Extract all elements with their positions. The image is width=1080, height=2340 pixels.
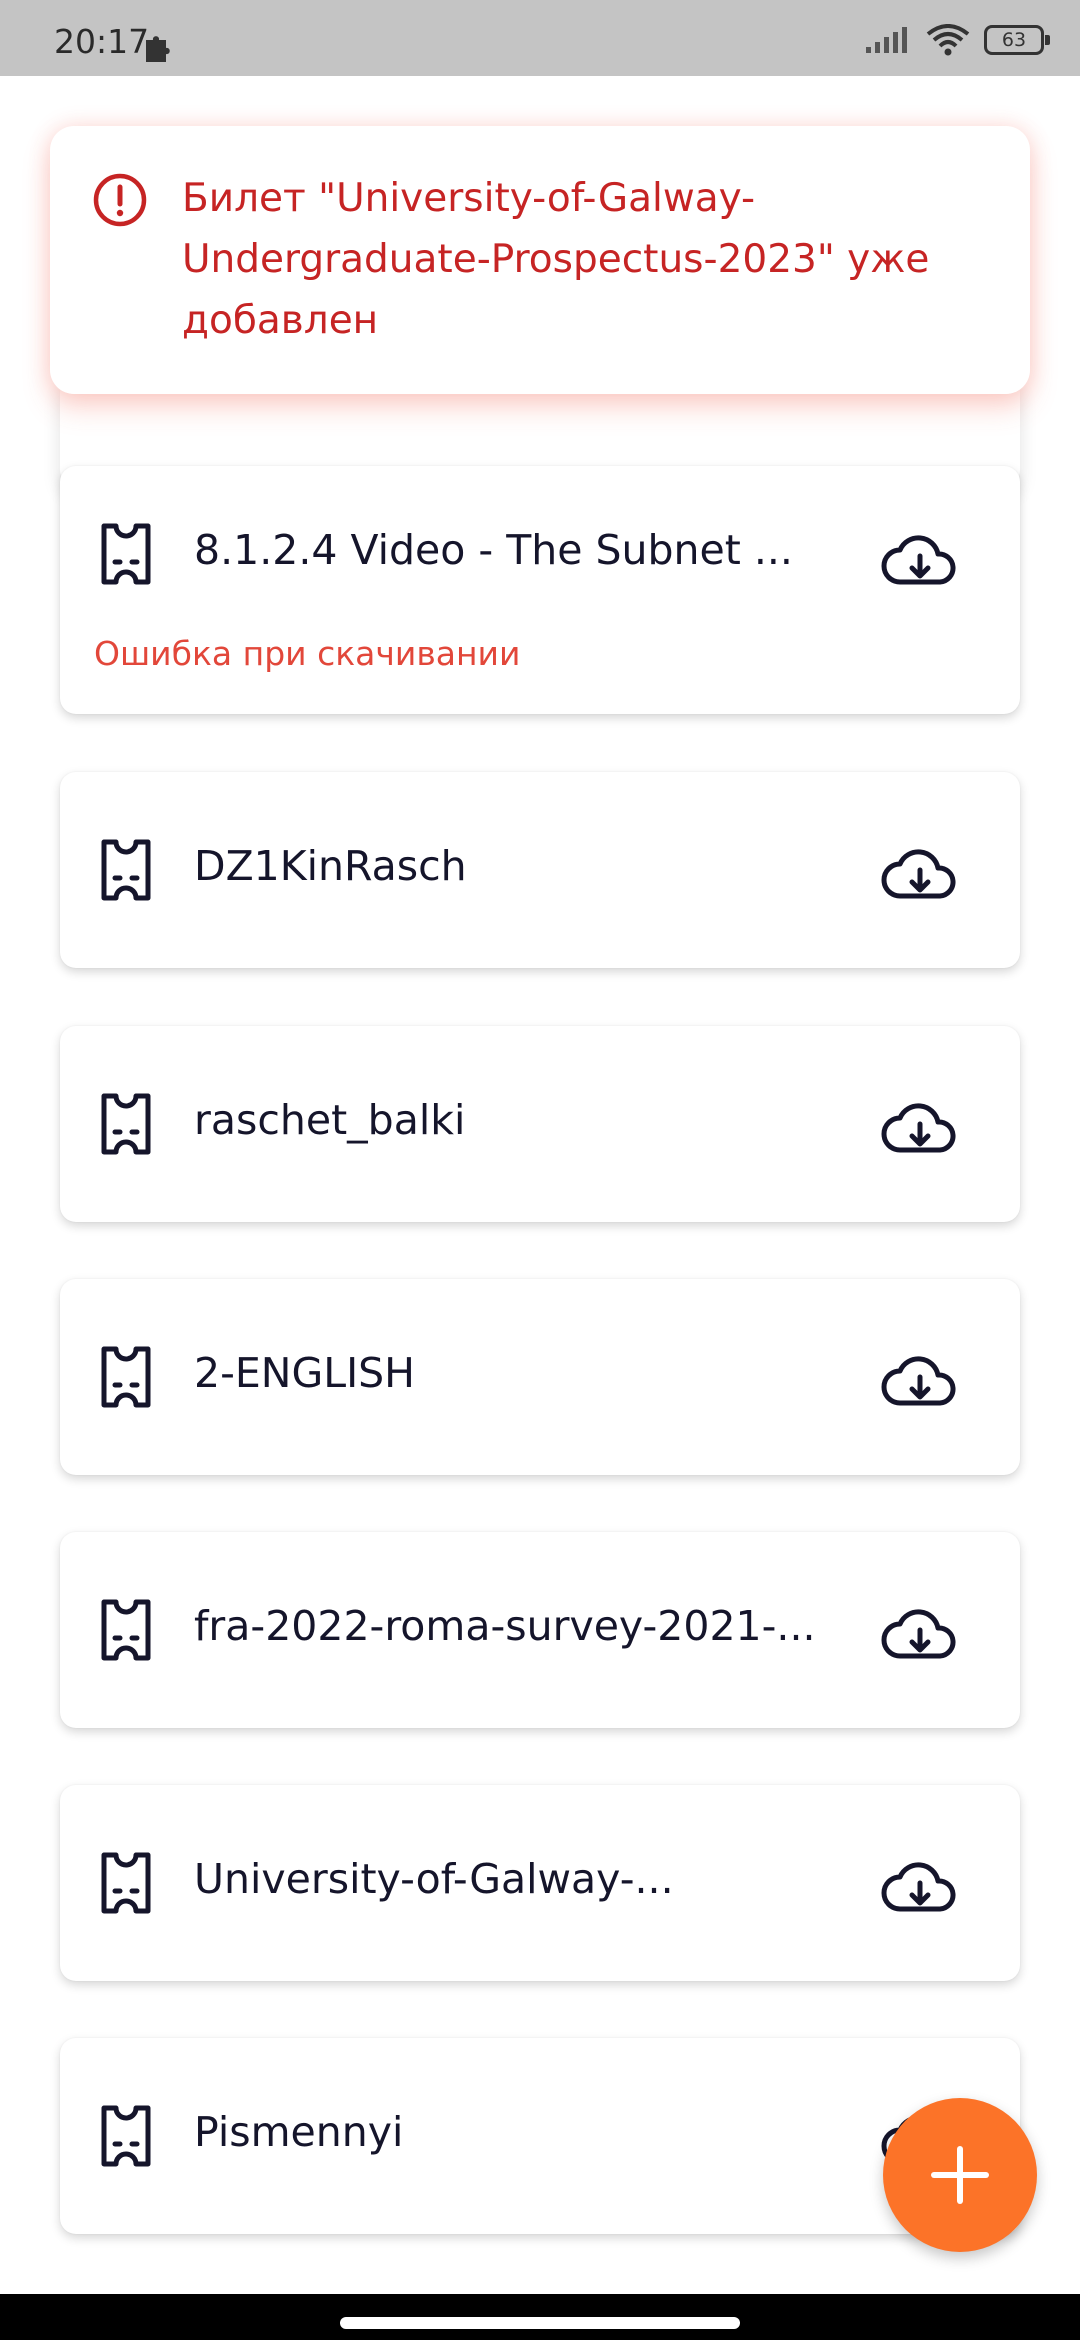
ticket-card[interactable]: raschet_balki bbox=[60, 1026, 1020, 1222]
ticket-icon bbox=[101, 1346, 151, 1408]
ticket-title: fra-2022-roma-survey-2021-... bbox=[194, 1602, 816, 1650]
ticket-card[interactable]: DZ1KinRasch bbox=[60, 772, 1020, 968]
home-gesture-handle[interactable] bbox=[340, 2317, 740, 2329]
ticket-icon bbox=[101, 1852, 151, 1914]
status-bar: 20:17 63 bbox=[0, 0, 1080, 76]
download-error-text: Ошибка при скачивании bbox=[94, 634, 521, 673]
error-toast[interactable]: Билет "University-of-Galway-Undergraduat… bbox=[50, 126, 1030, 394]
ticket-card[interactable]: Pismennyi bbox=[60, 2038, 1020, 2234]
ticket-card[interactable]: fra-2022-roma-survey-2021-... bbox=[60, 1532, 1020, 1728]
ticket-title: Pismennyi bbox=[194, 2108, 404, 2156]
wifi-icon bbox=[926, 24, 970, 56]
cloud-download-icon[interactable] bbox=[880, 1598, 960, 1668]
cloud-download-icon[interactable] bbox=[880, 838, 960, 908]
ticket-card[interactable]: 2-ENGLISH bbox=[60, 1279, 1020, 1475]
system-nav-bar bbox=[0, 2294, 1080, 2340]
cloud-download-icon[interactable] bbox=[880, 1851, 960, 1921]
ticket-icon bbox=[101, 1093, 151, 1155]
ticket-card[interactable]: University-of-Galway-... bbox=[60, 1785, 1020, 1981]
battery-icon: 63 bbox=[984, 25, 1050, 55]
alert-circle-icon bbox=[93, 173, 147, 227]
ticket-icon bbox=[101, 523, 151, 585]
ticket-card[interactable]: 8.1.2.4 Video - The Subnet ... Ошибка пр… bbox=[60, 466, 1020, 714]
toast-message: Билет "University-of-Galway-Undergraduat… bbox=[182, 176, 930, 343]
ticket-title: University-of-Galway-... bbox=[194, 1855, 674, 1903]
signal-icon bbox=[866, 27, 907, 53]
ticket-list[interactable]: 8.1.2.4 Video - The Subnet ... Ошибка пр… bbox=[0, 76, 1080, 2294]
ticket-title: 8.1.2.4 Video - The Subnet ... bbox=[194, 526, 793, 574]
ticket-icon bbox=[101, 2105, 151, 2167]
cloud-download-icon[interactable] bbox=[880, 524, 960, 594]
status-time: 20:17 bbox=[54, 22, 150, 61]
plus-icon bbox=[931, 2146, 989, 2204]
cloud-download-icon[interactable] bbox=[880, 1092, 960, 1162]
ticket-icon bbox=[101, 839, 151, 901]
ticket-title: raschet_balki bbox=[194, 1096, 466, 1144]
ticket-title: 2-ENGLISH bbox=[194, 1349, 416, 1397]
ticket-icon bbox=[101, 1599, 151, 1661]
ticket-title: DZ1KinRasch bbox=[194, 842, 467, 890]
cloud-download-icon[interactable] bbox=[880, 1345, 960, 1415]
add-ticket-button[interactable] bbox=[883, 2098, 1037, 2252]
puzzle-icon bbox=[146, 36, 170, 62]
